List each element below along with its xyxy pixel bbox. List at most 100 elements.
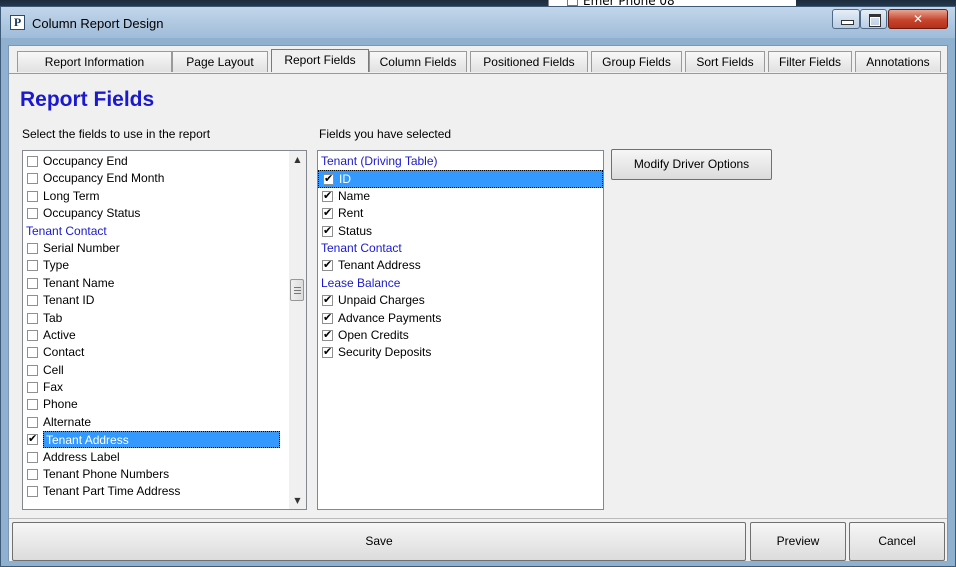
field-checkbox[interactable] bbox=[27, 277, 38, 289]
app-icon: P bbox=[10, 15, 25, 30]
item-label: Tenant Contact bbox=[26, 223, 107, 238]
grip-line bbox=[294, 293, 301, 294]
field-checkbox[interactable]: ✔ bbox=[322, 259, 333, 272]
checkmark-icon: ✔ bbox=[323, 224, 333, 237]
title-bar[interactable]: P Column Report Design ✕ bbox=[1, 7, 955, 38]
checkmark-icon: ✔ bbox=[323, 259, 333, 272]
field-checkbox[interactable] bbox=[27, 451, 38, 463]
field-checkbox[interactable]: ✔ bbox=[323, 173, 334, 186]
maximize-button[interactable] bbox=[860, 9, 887, 29]
field-checkbox[interactable] bbox=[27, 469, 38, 481]
minimize-button[interactable] bbox=[832, 9, 860, 29]
list-item[interactable]: Long Term bbox=[23, 188, 289, 205]
tab-report-information[interactable]: Report Information bbox=[17, 51, 172, 72]
available-fields-list[interactable]: Occupancy End Occupancy End Month Long Ter… bbox=[22, 150, 307, 510]
checkmark-icon: ✔ bbox=[323, 207, 333, 220]
field-checkbox[interactable] bbox=[27, 173, 38, 185]
scroll-up-icon[interactable]: ▲ bbox=[289, 151, 306, 168]
list-item[interactable]: Tenant Part Time Address bbox=[23, 483, 289, 500]
list-item[interactable]: ✔ Advance Payments bbox=[318, 310, 603, 327]
scroll-thumb[interactable] bbox=[290, 279, 304, 301]
field-checkbox[interactable] bbox=[27, 208, 38, 220]
field-checkbox[interactable] bbox=[27, 329, 38, 341]
close-button[interactable]: ✕ bbox=[888, 9, 948, 29]
list-item[interactable]: Serial Number bbox=[23, 240, 289, 257]
group-header: Tenant Contact bbox=[23, 223, 289, 240]
list-item[interactable]: ✔ Rent bbox=[318, 205, 603, 222]
list-item[interactable]: Tenant Name bbox=[23, 275, 289, 292]
list-item[interactable]: Fax bbox=[23, 379, 289, 396]
list-item[interactable]: Type bbox=[23, 257, 289, 274]
tab-positioned-fields[interactable]: Positioned Fields bbox=[470, 51, 588, 72]
tab-report-fields[interactable]: Report Fields bbox=[271, 49, 369, 72]
field-checkbox[interactable]: ✔ bbox=[27, 433, 38, 446]
item-label: Contact bbox=[43, 345, 85, 360]
field-checkbox[interactable]: ✔ bbox=[322, 224, 333, 237]
checkmark-icon: ✔ bbox=[323, 346, 333, 359]
scroll-down-icon[interactable]: ▼ bbox=[289, 492, 306, 509]
field-checkbox[interactable] bbox=[27, 364, 38, 376]
field-checkbox[interactable] bbox=[27, 242, 38, 254]
field-checkbox[interactable] bbox=[27, 295, 38, 307]
field-checkbox[interactable] bbox=[27, 190, 38, 202]
item-label: Rent bbox=[338, 206, 364, 221]
field-checkbox[interactable]: ✔ bbox=[322, 328, 333, 341]
list-item[interactable]: Address Label bbox=[23, 449, 289, 466]
dialog-client-area: Report Information Page Layout Report Fi… bbox=[8, 45, 948, 561]
list-item[interactable]: ✔ Status bbox=[318, 223, 603, 240]
list-item[interactable]: ✔ Unpaid Charges bbox=[318, 292, 603, 309]
checkmark-icon: ✔ bbox=[323, 328, 333, 341]
tab-sort-fields[interactable]: Sort Fields bbox=[685, 51, 765, 72]
list-item[interactable]: Occupancy End Month bbox=[23, 170, 289, 187]
list-item[interactable]: Tenant Phone Numbers bbox=[23, 466, 289, 483]
field-checkbox[interactable] bbox=[27, 416, 38, 428]
list-item[interactable]: Alternate bbox=[23, 414, 289, 431]
grip-line bbox=[294, 290, 301, 291]
item-label: Serial Number bbox=[43, 240, 120, 255]
cancel-button[interactable]: Cancel bbox=[849, 522, 945, 561]
tab-page-layout[interactable]: Page Layout bbox=[172, 51, 268, 72]
field-checkbox[interactable] bbox=[27, 347, 38, 359]
column-report-design-window: P Column Report Design ✕ Report Informat… bbox=[0, 6, 956, 567]
list-item[interactable]: ✔ ID bbox=[318, 170, 603, 188]
group-header: Tenant (Driving Table) bbox=[318, 153, 603, 170]
list-item[interactable]: ✔ Security Deposits bbox=[318, 344, 603, 361]
tab-filter-fields[interactable]: Filter Fields bbox=[768, 51, 852, 72]
field-checkbox[interactable]: ✔ bbox=[322, 190, 333, 202]
tab-annotations[interactable]: Annotations bbox=[855, 51, 941, 72]
preview-button[interactable]: Preview bbox=[750, 522, 846, 561]
available-fields-scrollbar[interactable]: ▲ ▼ bbox=[289, 151, 306, 509]
list-item[interactable]: ✔ Open Credits bbox=[318, 327, 603, 344]
list-item[interactable]: Occupancy End bbox=[23, 153, 289, 170]
list-item[interactable]: Active bbox=[23, 327, 289, 344]
item-label: Type bbox=[43, 258, 70, 273]
selected-fields-list[interactable]: Tenant (Driving Table) ✔ ID ✔ Name ✔ Rent ✔ Stat… bbox=[317, 150, 604, 510]
item-label: Name bbox=[338, 188, 371, 203]
field-checkbox[interactable] bbox=[27, 486, 38, 498]
list-item[interactable]: Contact bbox=[23, 344, 289, 361]
list-item[interactable]: ✔ Tenant Address bbox=[318, 257, 603, 274]
tab-column-fields[interactable]: Column Fields bbox=[369, 51, 467, 72]
list-item[interactable]: ✔ Name bbox=[318, 188, 603, 205]
group-header: Tenant Contact bbox=[318, 240, 603, 257]
field-checkbox[interactable] bbox=[27, 156, 38, 167]
field-checkbox[interactable] bbox=[27, 260, 38, 272]
list-item[interactable]: Tenant ID bbox=[23, 292, 289, 309]
field-checkbox[interactable]: ✔ bbox=[322, 346, 333, 359]
field-checkbox[interactable]: ✔ bbox=[322, 312, 333, 324]
list-item[interactable]: Cell bbox=[23, 362, 289, 379]
checkmark-icon: ✔ bbox=[323, 294, 333, 307]
item-label: Occupancy End bbox=[43, 154, 128, 168]
list-item[interactable]: Phone bbox=[23, 396, 289, 413]
field-checkbox[interactable] bbox=[27, 312, 38, 324]
save-button[interactable]: Save bbox=[12, 522, 746, 561]
list-item[interactable]: Occupancy Status bbox=[23, 205, 289, 222]
field-checkbox[interactable]: ✔ bbox=[322, 207, 333, 220]
list-item[interactable]: Tab bbox=[23, 310, 289, 327]
modify-driver-options-button[interactable]: Modify Driver Options bbox=[611, 149, 772, 180]
tab-group-fields[interactable]: Group Fields bbox=[591, 51, 682, 72]
field-checkbox[interactable] bbox=[27, 382, 38, 394]
list-item[interactable]: ✔ Tenant Address bbox=[23, 431, 289, 449]
field-checkbox[interactable]: ✔ bbox=[322, 294, 333, 307]
field-checkbox[interactable] bbox=[27, 399, 38, 411]
